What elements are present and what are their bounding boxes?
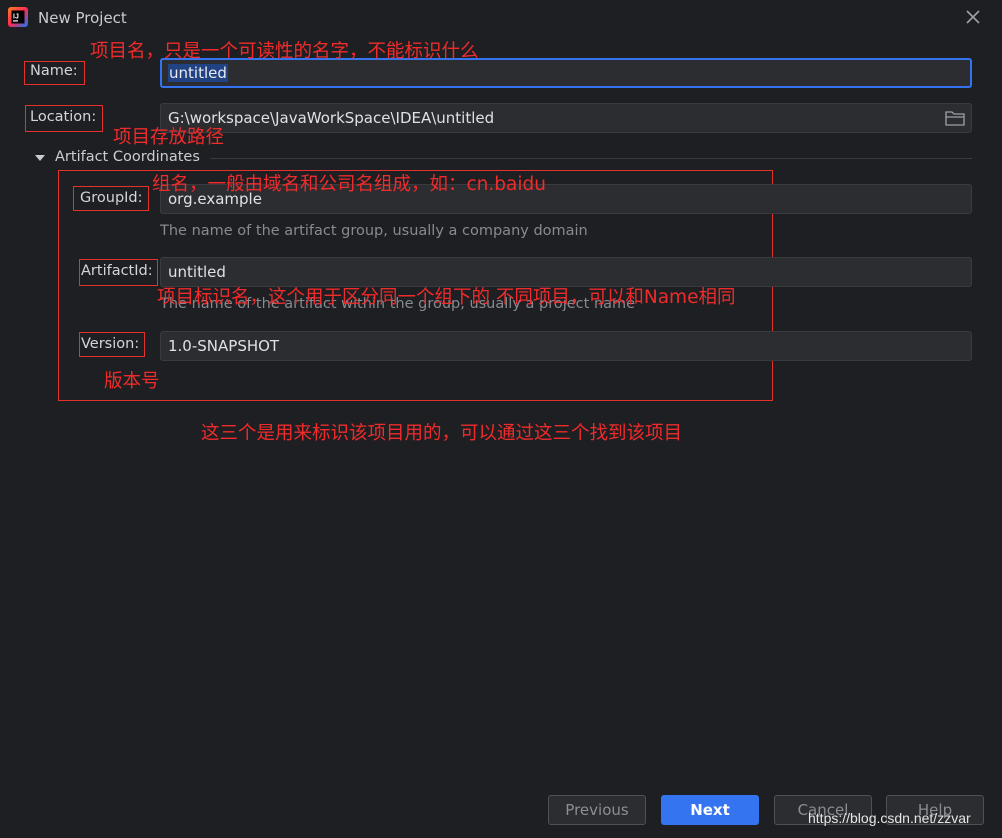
triangle-down-icon[interactable]: [34, 153, 46, 163]
version-input-value: 1.0-SNAPSHOT: [168, 337, 280, 355]
section-divider: [210, 158, 972, 159]
groupid-label: GroupId:: [80, 190, 143, 206]
location-label: Location:: [30, 109, 97, 125]
artifactid-label: ArtifactId:: [81, 263, 153, 279]
name-label: Name:: [30, 63, 78, 79]
version-label: Version:: [81, 336, 140, 352]
previous-button[interactable]: Previous: [548, 795, 646, 825]
annotation-artifact-note: 项目标识名，这个用于区分同一个组下的 不同项目，可以和Name相同: [157, 287, 736, 308]
intellij-logo-icon: IJ: [8, 7, 28, 27]
window-title: New Project: [38, 9, 127, 27]
annotation-name-note: 项目名，只是一个可读性的名字，不能标识什么: [90, 41, 479, 62]
section-artifact-coordinates[interactable]: Artifact Coordinates: [55, 149, 200, 165]
next-button[interactable]: Next: [661, 795, 759, 825]
version-input[interactable]: 1.0-SNAPSHOT: [160, 331, 972, 361]
annotation-summary-note: 这三个是用来标识该项目用的，可以通过这三个找到该项目: [201, 423, 683, 444]
svg-text:IJ: IJ: [13, 14, 19, 21]
annotation-location-note: 项目存放路径: [113, 127, 225, 148]
annotation-version-note: 版本号: [104, 371, 160, 392]
location-input[interactable]: G:\workspace\JavaWorkSpace\IDEA\untitled: [160, 103, 972, 133]
annotation-group-note: 组名，一般由域名和公司名组成，如：cn.baidu: [152, 174, 546, 195]
artifactid-input-value: untitled: [168, 263, 226, 281]
watermark: https://blog.csdn.net/zzvar: [808, 810, 971, 826]
name-input-value: untitled: [168, 64, 228, 82]
folder-icon[interactable]: [945, 110, 965, 126]
groupid-hint: The name of the artifact group, usually …: [160, 223, 588, 239]
close-icon[interactable]: [963, 7, 983, 27]
